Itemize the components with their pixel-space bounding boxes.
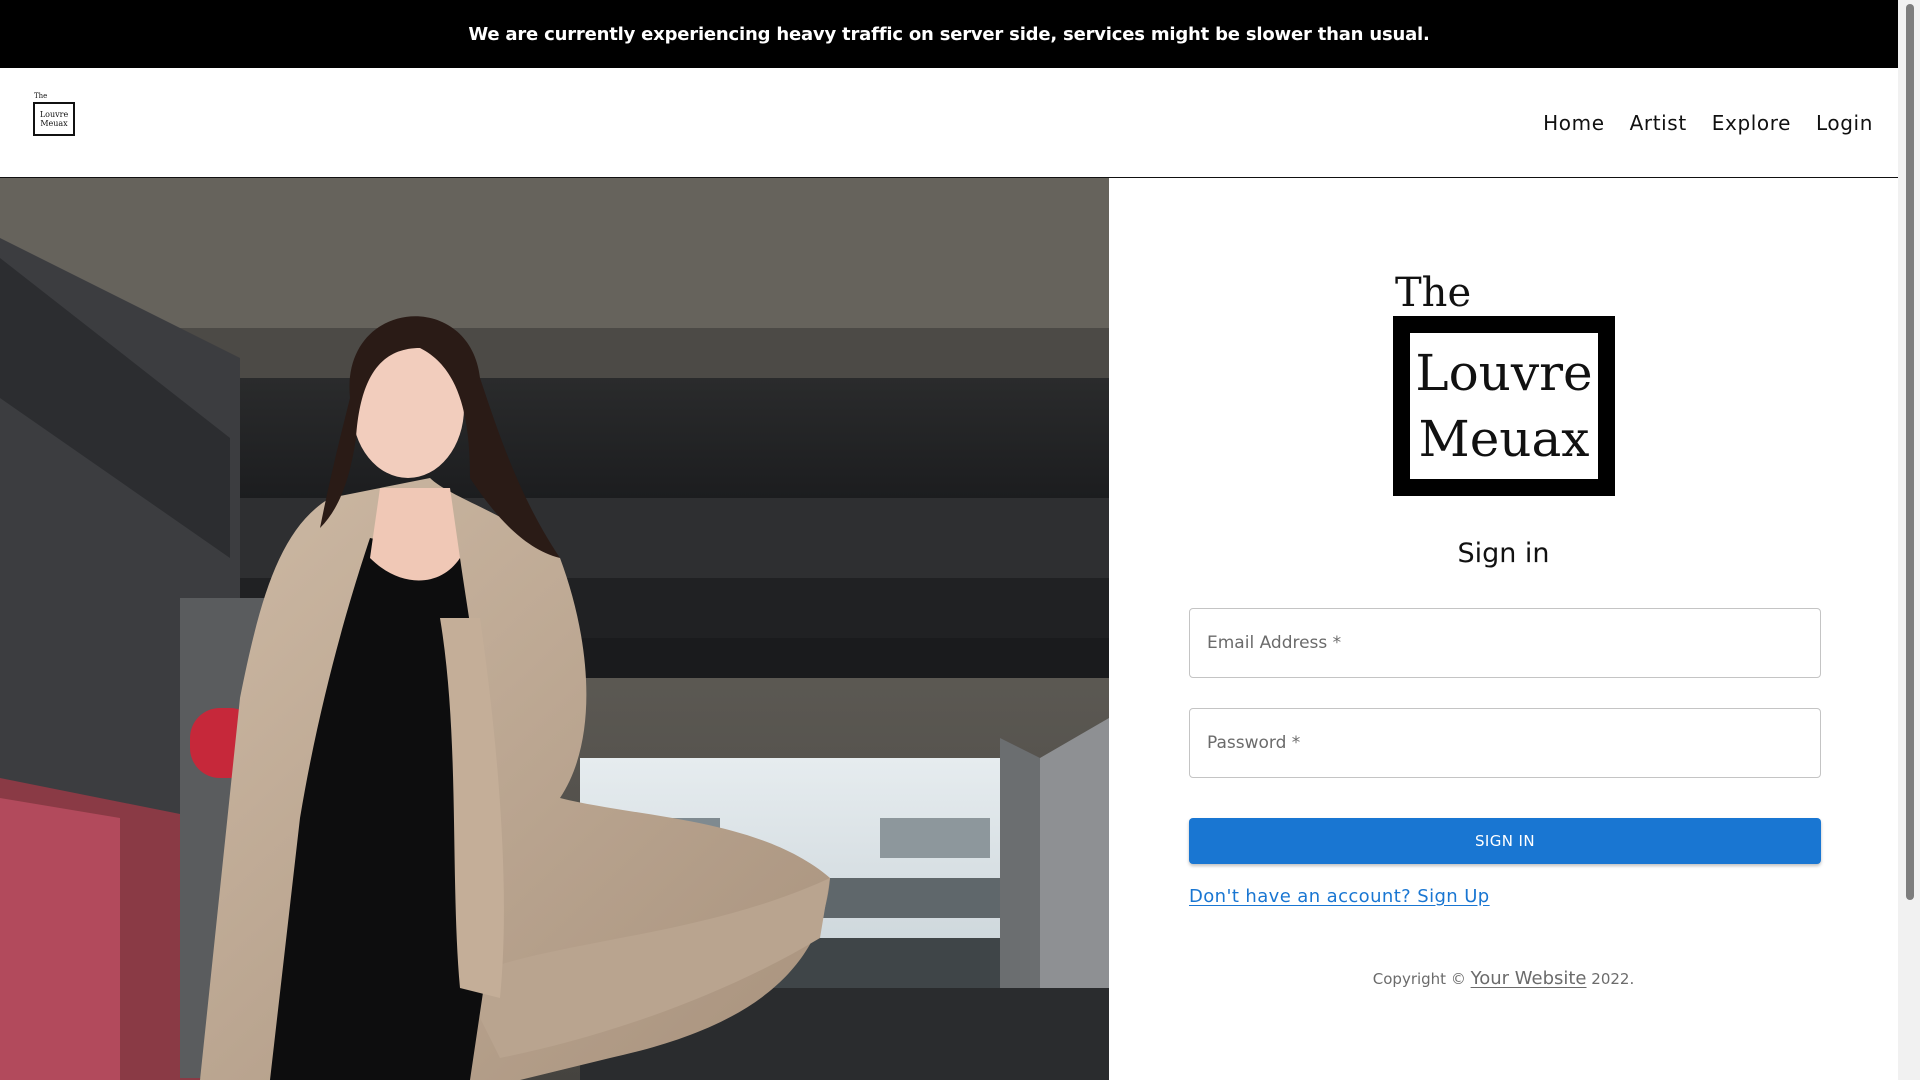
brand-logo: The Louvre Meuax: [1393, 270, 1615, 498]
nav-links: Home Artist Explore Login: [1543, 68, 1873, 178]
nav-logo-the: The: [34, 92, 48, 100]
brand-logo-line2: Meuax: [1418, 410, 1590, 468]
page-scrollbar-thumb[interactable]: [1906, 4, 1914, 900]
copyright-website-link[interactable]: Your Website: [1471, 968, 1587, 989]
signup-link[interactable]: Don't have an account? Sign Up: [1189, 886, 1490, 907]
nav-logo-frame: Louvre Meuax: [33, 102, 75, 136]
nav-link-explore[interactable]: Explore: [1712, 111, 1791, 135]
signin-button[interactable]: SIGN IN: [1189, 818, 1821, 864]
nav-logo-line1: Louvre: [39, 110, 69, 119]
password-input[interactable]: [1190, 709, 1820, 777]
announcement-banner: We are currently experiencing heavy traf…: [0, 0, 1898, 68]
email-input[interactable]: [1190, 609, 1820, 677]
brand-logo-line1: Louvre: [1415, 344, 1593, 402]
nav-link-artist[interactable]: Artist: [1630, 111, 1687, 135]
copyright-suffix: 2022.: [1586, 970, 1635, 988]
password-field[interactable]: [1189, 708, 1821, 778]
copyright-text: Copyright © Your Website 2022.: [1109, 968, 1898, 989]
nav-logo-line2: Meuax: [40, 119, 68, 128]
nav-link-login[interactable]: Login: [1816, 111, 1873, 135]
brand-logo-frame: Louvre Meuax: [1393, 316, 1615, 496]
hero-photo-illustration: [0, 178, 1109, 1080]
announcement-text: We are currently experiencing heavy traf…: [468, 23, 1430, 45]
brand-logo-the: The: [1395, 270, 1472, 316]
nav-link-home[interactable]: Home: [1543, 111, 1604, 135]
top-navbar: The Louvre Meuax Home Artist Explore Log…: [0, 68, 1898, 178]
page-scrollbar[interactable]: [1898, 0, 1920, 1080]
copyright-prefix: Copyright ©: [1372, 970, 1471, 988]
email-field[interactable]: [1189, 608, 1821, 678]
nav-logo[interactable]: The Louvre Meuax: [33, 92, 75, 138]
signin-panel: The Louvre Meuax Sign in SIGN IN Don't h…: [1109, 178, 1898, 1080]
hero-photo: [0, 178, 1109, 1080]
signin-title: Sign in: [1457, 538, 1550, 569]
